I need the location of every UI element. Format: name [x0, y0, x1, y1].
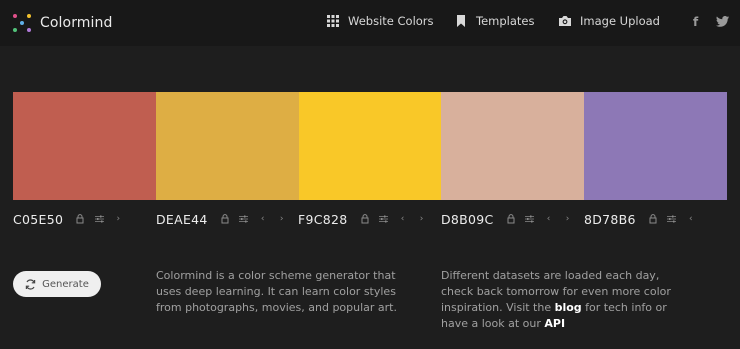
nav-website-colors[interactable]: Website Colors [327, 14, 434, 28]
hex-code[interactable]: DEAE44 [156, 212, 208, 227]
chevron-right-icon[interactable]: › [277, 213, 287, 225]
nav-label: Image Upload [580, 14, 660, 28]
facebook-icon[interactable]: f [693, 15, 698, 29]
palette [13, 92, 727, 200]
brand-name: Colormind [40, 15, 113, 31]
about-text: Colormind is a color scheme generator th… [156, 269, 397, 314]
hex-code[interactable]: D8B09C [441, 212, 494, 227]
chevron-left-icon[interactable]: ‹ [686, 213, 696, 225]
color-swatch[interactable] [155, 92, 299, 200]
chevron-left-icon[interactable]: ‹ [398, 213, 408, 225]
adjust-icon[interactable] [379, 213, 389, 225]
lock-icon[interactable] [75, 213, 85, 225]
nav-image-upload[interactable]: Image Upload [559, 14, 660, 28]
chevron-right-icon[interactable]: › [563, 213, 573, 225]
adjust-icon[interactable] [94, 213, 104, 225]
lock-icon[interactable] [648, 213, 658, 225]
grid-icon [327, 15, 339, 27]
generate-label: Generate [42, 278, 89, 290]
hex-code[interactable]: C05E50 [13, 212, 63, 227]
nav-label: Website Colors [348, 14, 434, 28]
chevron-right-icon[interactable]: › [113, 213, 123, 225]
nav-templates[interactable]: Templates [455, 14, 534, 28]
top-nav: Colormind Website Colors Templates Image… [0, 0, 740, 46]
refresh-icon [25, 278, 36, 290]
swatch-label-2: DEAE44 ‹ › [156, 210, 287, 228]
swatch-label-3: F9C828 ‹ › [298, 210, 427, 228]
color-swatch[interactable] [298, 92, 442, 200]
nav-label: Templates [476, 14, 535, 28]
chevron-right-icon[interactable]: › [417, 213, 427, 225]
brand[interactable]: Colormind [12, 13, 113, 33]
adjust-icon[interactable] [525, 213, 535, 225]
chevron-left-icon[interactable]: ‹ [544, 213, 554, 225]
color-swatch[interactable] [584, 92, 727, 200]
lock-icon[interactable] [220, 213, 230, 225]
chevron-left-icon[interactable]: ‹ [258, 213, 268, 225]
swatch-label-4: D8B09C ‹ › [441, 210, 573, 228]
lock-icon[interactable] [506, 213, 516, 225]
hex-code[interactable]: 8D78B6 [584, 212, 636, 227]
generate-button[interactable]: Generate [13, 271, 101, 297]
adjust-icon[interactable] [239, 213, 249, 225]
blog-link[interactable]: blog [555, 301, 582, 314]
palette-labels: C05E50 › DEAE44 ‹ › F9C828 ‹ › D8B09C ‹ … [13, 210, 727, 230]
bookmark-icon [457, 15, 465, 27]
twitter-icon[interactable] [716, 16, 729, 27]
camera-icon [559, 16, 571, 26]
colormind-logo-icon [12, 13, 32, 33]
swatch-label-5: 8D78B6 ‹ [584, 210, 696, 228]
color-swatch[interactable] [13, 92, 156, 200]
api-link[interactable]: API [544, 317, 565, 330]
color-swatch[interactable] [441, 92, 585, 200]
hex-code[interactable]: F9C828 [298, 212, 348, 227]
swatch-label-1: C05E50 › [13, 210, 123, 228]
adjust-icon[interactable] [667, 213, 677, 225]
lock-icon[interactable] [360, 213, 370, 225]
info-text: Different datasets are loaded each day, … [441, 268, 691, 332]
